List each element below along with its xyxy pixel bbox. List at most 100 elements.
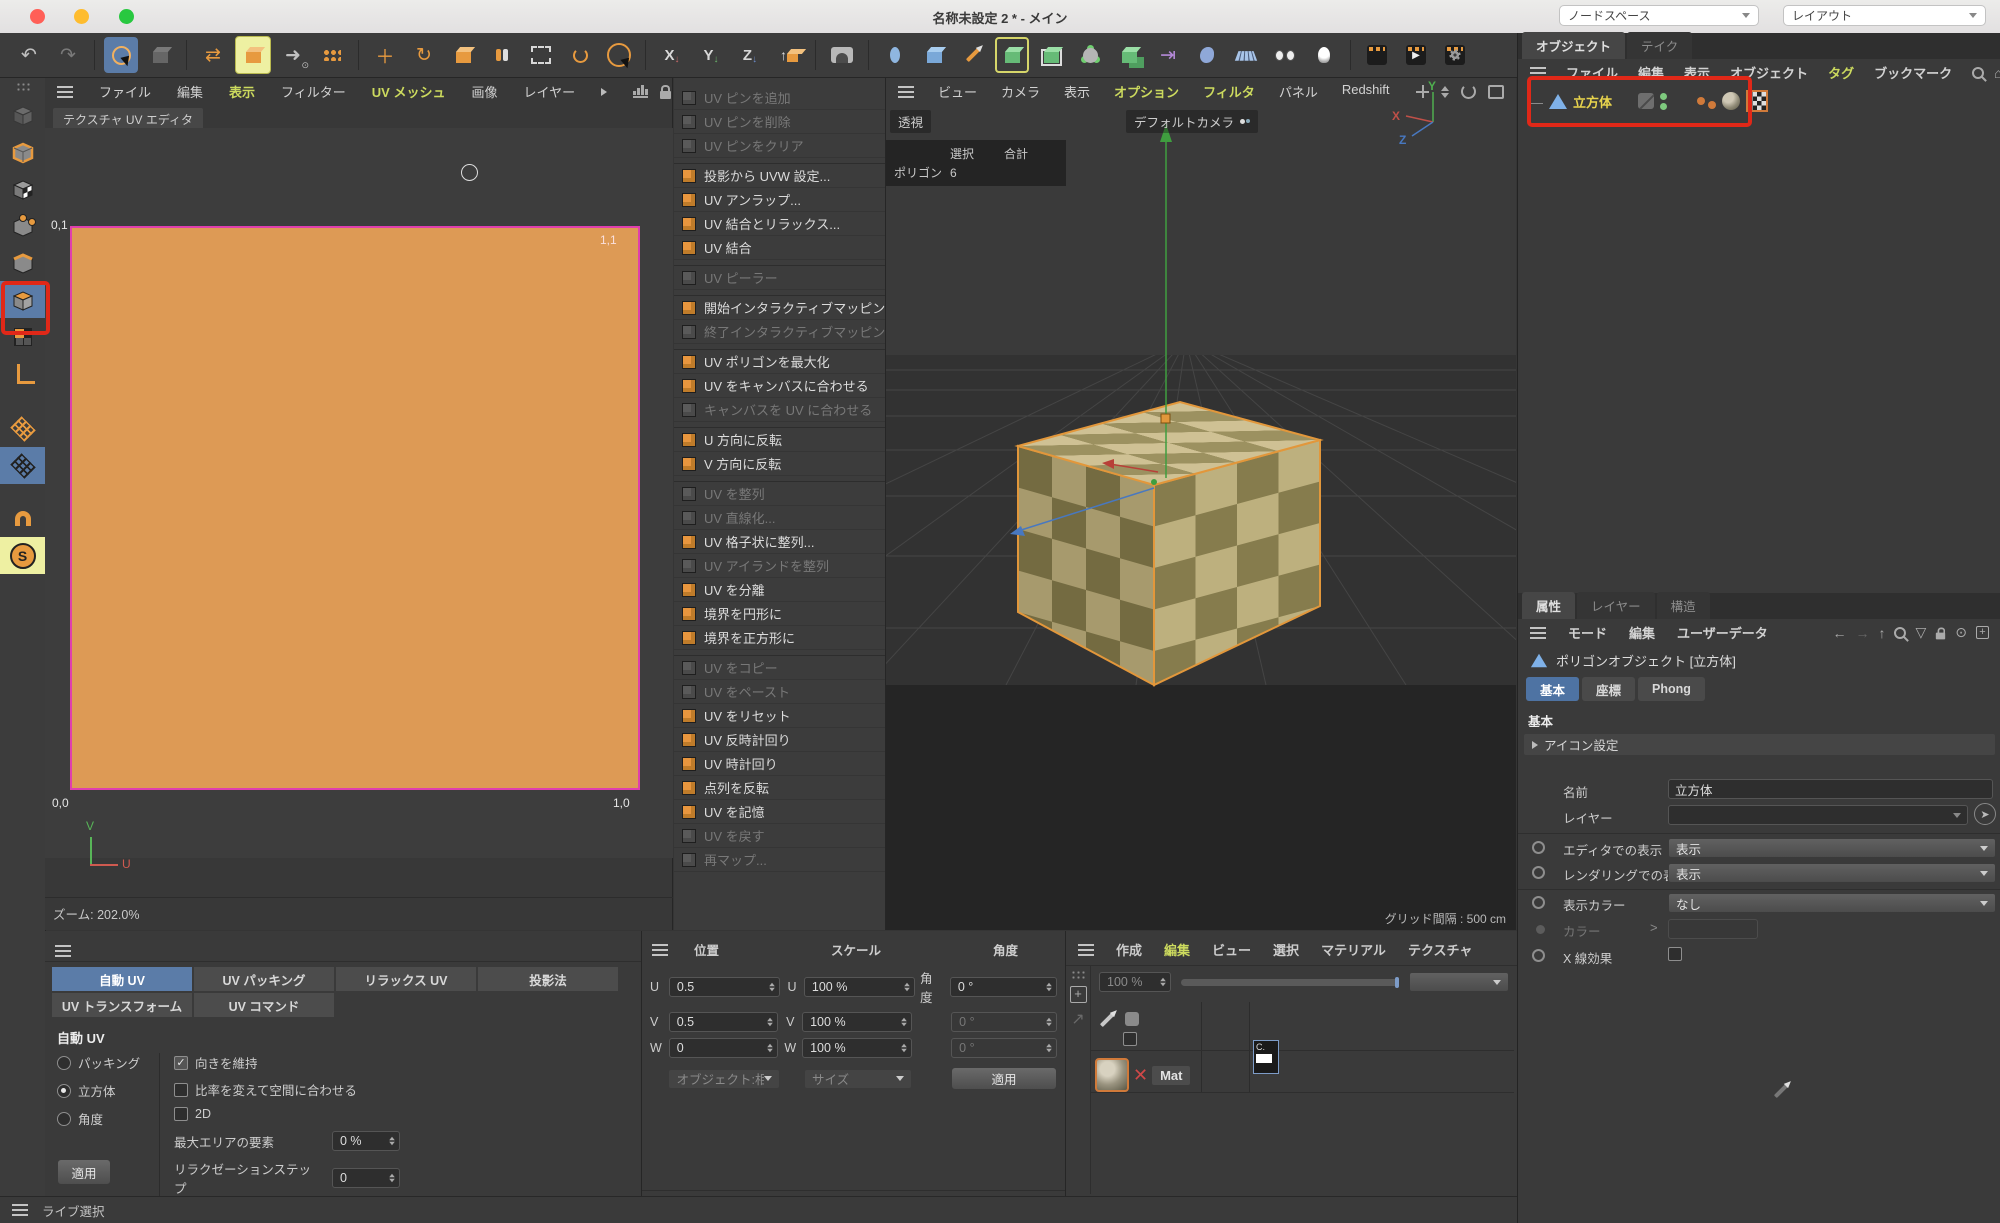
layer-chip-icon[interactable] [1638, 93, 1654, 109]
menu-item[interactable]: 編集 [1638, 63, 1664, 82]
uv-command-item[interactable]: キャンバスを UV に合わせる [674, 398, 885, 422]
menu-item[interactable]: ビュー [1212, 940, 1251, 959]
menu-item[interactable]: ユーザーデータ [1677, 623, 1768, 642]
add-panel-icon[interactable]: + [1976, 626, 1989, 639]
uv-command-item[interactable]: V 方向に反転 [674, 452, 885, 476]
menu-item[interactable]: ブックマーク [1874, 63, 1952, 82]
circle-select-icon[interactable] [602, 37, 636, 73]
checkbox-fit-ratio[interactable]: 比率を変えて空間に合わせる [174, 1080, 400, 1099]
uv-tool-tab[interactable]: UV コマンド [193, 992, 335, 1018]
render-settings-icon[interactable] [1438, 37, 1472, 73]
polygon-mode-icon[interactable] [0, 281, 45, 318]
swatch-icon[interactable] [446, 37, 480, 73]
edge-mode-icon[interactable] [0, 244, 45, 281]
uv-command-item[interactable]: UV をペースト [674, 680, 885, 704]
layer-swatch-icon[interactable] [1125, 1012, 1139, 1026]
move-texture-icon[interactable]: ➜⊙ [276, 37, 310, 73]
uv-tool-tab[interactable]: UV トランスフォーム [51, 992, 193, 1018]
uv-command-item[interactable]: UV ピーラー [674, 265, 885, 290]
menu-icon[interactable] [652, 949, 668, 951]
polygon-object-icon[interactable] [1549, 94, 1567, 109]
points-sphere-icon[interactable] [1073, 37, 1107, 73]
visibility-dots-icon[interactable] [1660, 93, 1667, 110]
material-zoom-stepper[interactable]: 100 % [1099, 972, 1171, 992]
menu-item[interactable]: マテリアル [1321, 940, 1386, 959]
tab[interactable]: テイク [1627, 32, 1692, 59]
menu-icon[interactable] [1530, 632, 1546, 634]
pos-u-stepper[interactable]: 0.5 [669, 977, 780, 997]
home-icon[interactable]: ⌂ [1994, 65, 2000, 81]
menu-item[interactable]: 画像 [471, 82, 497, 101]
keyframe-ring-icon[interactable] [1532, 896, 1545, 909]
edit-cage-icon[interactable] [995, 37, 1029, 73]
uv-command-item[interactable]: U 方向に反転 [674, 427, 885, 452]
filter-icon[interactable]: ▽ [1915, 624, 1926, 641]
viewport-layout-icon[interactable] [825, 37, 859, 73]
tab[interactable]: レイヤー [1577, 592, 1655, 619]
menu-icon[interactable] [1530, 72, 1546, 74]
uv-command-item[interactable]: 終了インタラクティブマッピング [674, 320, 885, 344]
menu-item[interactable]: 表示 [1684, 63, 1710, 82]
menu-item[interactable]: タグ [1828, 63, 1854, 82]
keyframe-ring-icon[interactable] [1532, 866, 1545, 879]
uv-command-item[interactable]: 開始インタラクティブマッピング [674, 295, 885, 320]
uv-command-item[interactable]: 投影から UVW 設定... [674, 163, 885, 188]
rail-handle[interactable] [0, 78, 45, 96]
menu-item[interactable]: レイヤー [523, 82, 575, 101]
checkbox-2d[interactable]: 2D [174, 1107, 400, 1121]
up-icon[interactable]: ↑ [1878, 625, 1885, 641]
menu-icon[interactable] [1078, 949, 1094, 951]
y-axis-lock-button[interactable]: Y↓ [694, 37, 728, 73]
type-tab[interactable]: 座標 [1582, 677, 1635, 701]
menu-item[interactable]: 編集 [177, 82, 203, 101]
pos-w-stepper[interactable]: 0 [669, 1038, 779, 1058]
search-icon[interactable] [1972, 67, 1984, 79]
render-picture-viewer-icon[interactable]: ▶ [1399, 37, 1433, 73]
menu-icon[interactable] [57, 91, 73, 93]
object-axis-mode-icon[interactable] [0, 355, 45, 392]
object-row-cube[interactable]: 立方体 [1518, 86, 2000, 116]
material-tag-icon[interactable] [1722, 92, 1740, 110]
layer-checkbox[interactable] [1123, 1032, 1137, 1046]
menu-item[interactable]: オプション [1114, 82, 1179, 101]
menu-icon[interactable] [898, 91, 914, 93]
uv-command-item[interactable]: UV を記憶 [674, 800, 885, 824]
layer-field[interactable] [1668, 805, 1968, 825]
menu-overflow-icon[interactable] [601, 88, 607, 96]
expand-arrow-icon[interactable]: > [1650, 920, 1658, 935]
snap-icon[interactable] [0, 500, 45, 537]
radio-angle[interactable]: 角度 [57, 1109, 145, 1128]
nodespace-dropdown[interactable]: ノードスペース [1559, 5, 1759, 26]
redo-icon[interactable]: ↷ [51, 37, 85, 73]
uv-command-item[interactable]: UV をキャンバスに合わせる [674, 374, 885, 398]
uv-command-item[interactable]: 境界を円形に [674, 602, 885, 626]
light-icon[interactable] [1307, 37, 1341, 73]
model-mode-icon[interactable] [0, 133, 45, 170]
dots-grid-icon[interactable] [315, 37, 349, 73]
pen-tool-icon[interactable] [956, 37, 990, 73]
type-tab[interactable]: Phong [1638, 677, 1705, 701]
model-tool-icon[interactable] [143, 37, 177, 73]
uv-command-item[interactable]: UV を整列 [674, 481, 885, 506]
workplane-icon[interactable] [1229, 37, 1263, 73]
radio-cube[interactable]: 立方体 [57, 1081, 145, 1100]
menu-item[interactable]: ファイル [1566, 63, 1618, 82]
paint-select-icon[interactable] [563, 37, 597, 73]
keyframe-ring-icon[interactable] [1532, 949, 1545, 962]
menu-item[interactable]: テクスチャ [1408, 940, 1472, 959]
uv-command-item[interactable]: UV ピンを削除 [674, 110, 885, 134]
material-name[interactable]: Mat [1152, 1066, 1190, 1085]
name-field[interactable]: 立方体 [1668, 779, 1993, 799]
menu-item[interactable]: カメラ [1001, 82, 1040, 101]
uv-tool-tab[interactable]: 自動 UV [51, 966, 193, 992]
rotate-tool-icon[interactable]: ↻ [407, 37, 441, 73]
scale-v-stepper[interactable]: 100 % [802, 1012, 912, 1032]
material-strip-handle[interactable] [1071, 970, 1085, 980]
material-filter-dropdown[interactable] [1409, 972, 1509, 992]
angle-stepper[interactable]: 0 ° [950, 977, 1057, 997]
uv-command-item[interactable]: 再マップ... [674, 848, 885, 872]
pan-icon[interactable] [1416, 85, 1429, 98]
undo-icon[interactable]: ↶ [12, 37, 46, 73]
forward-icon[interactable]: → [1855, 625, 1869, 641]
uv-command-item[interactable]: UV アンラップ... [674, 188, 885, 212]
